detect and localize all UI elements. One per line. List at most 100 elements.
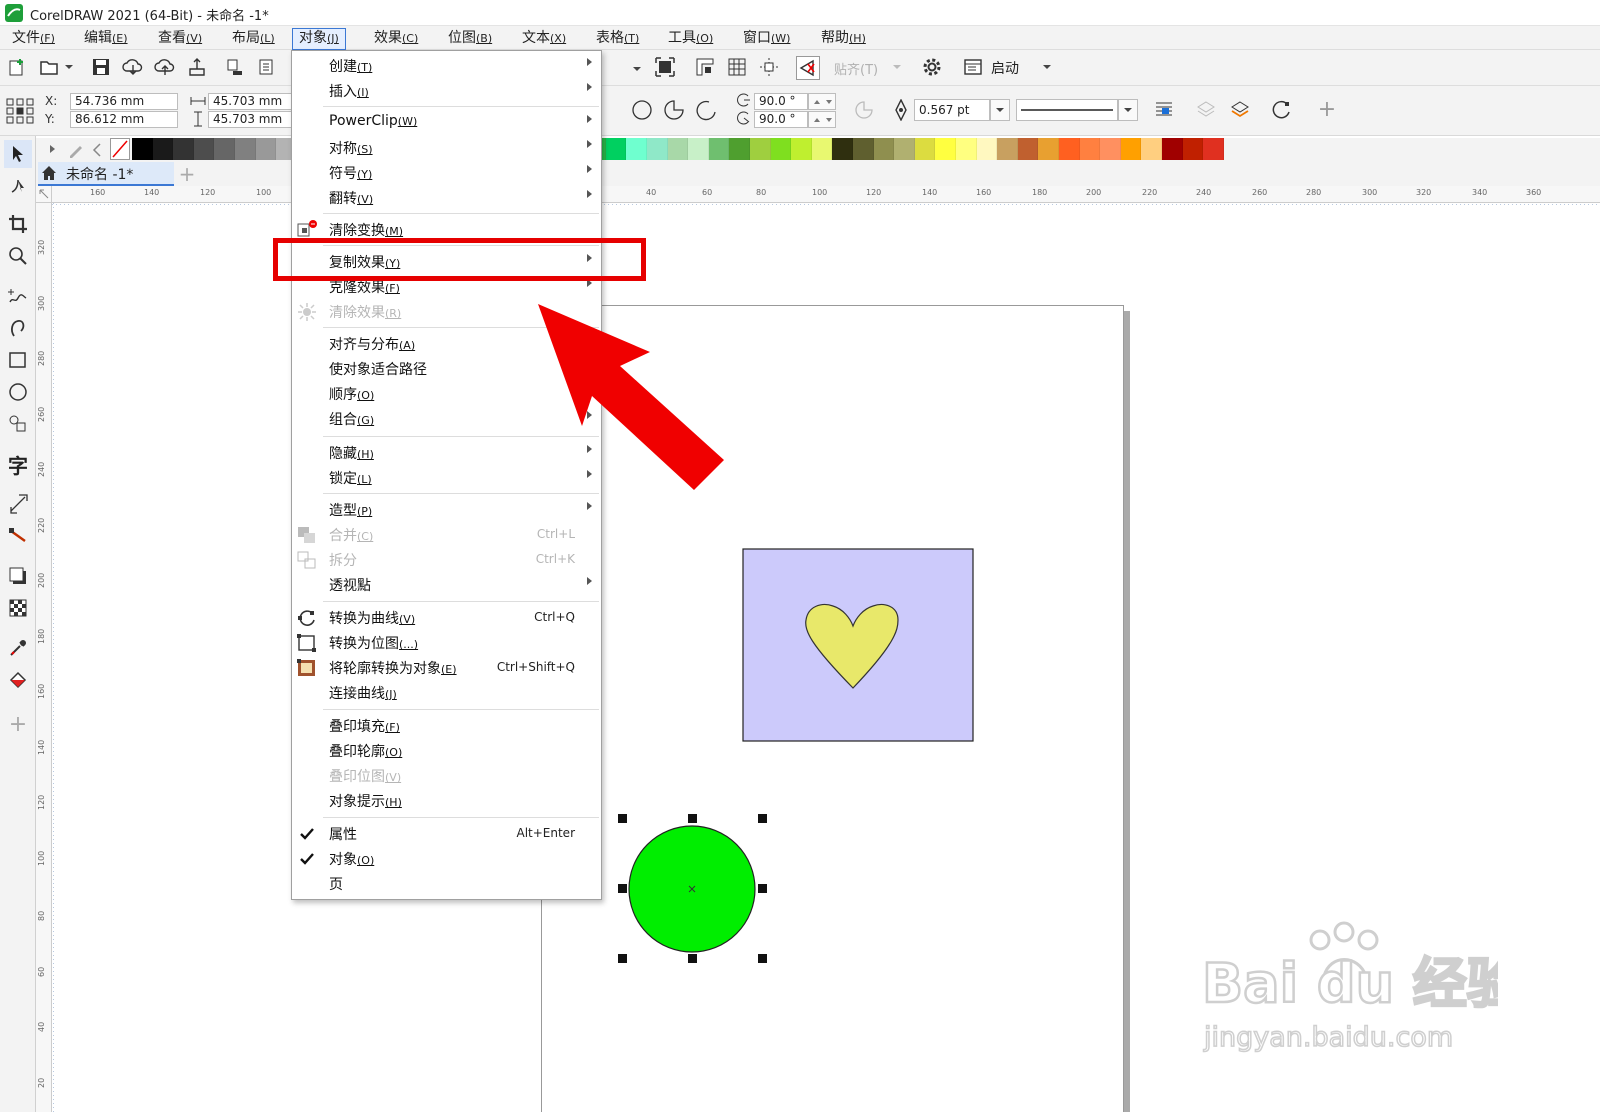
parallel-dimension-tool-icon[interactable] (4, 490, 32, 518)
menu-object[interactable]: 对象(J) (292, 28, 346, 50)
menu-layout[interactable]: 布局(L) (232, 29, 275, 49)
color-swatch[interactable] (132, 138, 153, 160)
color-swatch[interactable] (1100, 138, 1121, 160)
menu-text[interactable]: 文本(X) (522, 29, 566, 49)
menu-edit[interactable]: 编辑(E) (84, 29, 128, 49)
eyedropper-tool-icon[interactable] (4, 634, 32, 662)
launch-icon[interactable] (962, 56, 984, 78)
color-swatch[interactable] (832, 138, 853, 160)
width-field[interactable]: 45.703 mm (208, 93, 292, 110)
color-swatch[interactable] (853, 138, 874, 160)
outline-width-field[interactable]: 0.567 pt (914, 99, 990, 121)
zoom-level-dropdown-icon[interactable] (628, 60, 646, 78)
color-swatch[interactable] (956, 138, 977, 160)
transparency-tool-icon[interactable] (4, 594, 32, 622)
end-angle-field[interactable]: 90.0 ° (754, 111, 808, 128)
menu-effects[interactable]: 效果(C) (374, 29, 418, 49)
color-swatch[interactable] (976, 138, 998, 160)
rectangle-object[interactable] (740, 546, 978, 746)
pie-mode-icon[interactable] (662, 98, 686, 122)
vertical-ruler[interactable]: 320 300 280 260 240 220 200 180 160 140 120 100 80 60… (36, 203, 52, 1112)
color-swatch[interactable] (1141, 138, 1162, 160)
object-origin-icon[interactable] (4, 96, 36, 126)
open-folder-icon[interactable] (38, 56, 60, 78)
menu-item[interactable]: 对称(S) (292, 135, 601, 160)
color-swatch[interactable] (173, 138, 194, 160)
menu-item[interactable]: 将轮廓转换为对象(E) Ctrl+Shift+Q (292, 655, 601, 680)
connector-tool-icon[interactable] (4, 522, 32, 550)
publish-icon[interactable] (186, 56, 208, 78)
color-swatch[interactable] (667, 138, 689, 160)
color-swatch[interactable] (1038, 138, 1059, 160)
freehand-tool-icon[interactable] (4, 282, 32, 310)
color-swatch[interactable] (914, 138, 936, 160)
circle-object[interactable] (612, 808, 776, 970)
menu-item[interactable]: 转换为位图(...) (292, 630, 601, 655)
menu-item[interactable]: 插入(I) (292, 78, 601, 103)
color-swatch[interactable] (750, 138, 771, 160)
save-icon[interactable] (90, 56, 112, 78)
menu-tools[interactable]: 工具(O) (668, 29, 713, 49)
gear-icon[interactable] (920, 55, 944, 79)
color-swatch[interactable] (1162, 138, 1183, 160)
color-swatch[interactable] (235, 138, 256, 160)
add-tool-icon[interactable]: + (1316, 97, 1338, 122)
menu-view[interactable]: 查看(V) (158, 29, 202, 49)
horizontal-ruler[interactable]: 160 140 120 100 40 60 80 100 120 140 160 180 200 220 2… (36, 186, 1600, 203)
height-field[interactable]: 45.703 mm (208, 111, 292, 128)
convert-to-curves-icon[interactable] (1270, 98, 1294, 122)
arc-mode-icon[interactable] (694, 98, 718, 122)
rulers-icon[interactable] (694, 56, 716, 78)
menu-item[interactable]: 叠印轮廓(O) (292, 738, 601, 763)
menu-item[interactable]: 对象(O) (292, 846, 601, 871)
menu-item[interactable]: 页 (292, 871, 601, 896)
menu-item[interactable]: 转换为曲线(V) Ctrl+Q (292, 605, 601, 630)
snap-to-label[interactable]: 贴齐(T) (834, 59, 878, 78)
menu-item[interactable]: 创建(T) (292, 53, 601, 78)
x-position-field[interactable]: 54.736 mm (70, 93, 178, 110)
menu-item[interactable]: 叠印填充(F) (292, 713, 601, 738)
color-swatch[interactable] (255, 138, 277, 160)
shape-tool-icon[interactable] (4, 172, 32, 200)
color-swatch[interactable] (626, 138, 647, 160)
palette-scroll-left-icon[interactable] (90, 140, 104, 160)
pick-tool-icon[interactable] (4, 140, 32, 168)
to-front-icon[interactable] (1228, 98, 1252, 122)
export-icon[interactable] (256, 56, 278, 78)
grid-icon[interactable] (726, 56, 748, 78)
color-swatch[interactable] (605, 138, 627, 160)
color-swatch[interactable] (873, 138, 895, 160)
ellipse-tool-icon[interactable] (4, 378, 32, 406)
color-swatch[interactable] (1182, 138, 1204, 160)
color-swatch[interactable] (708, 138, 730, 160)
customize-toolbox-icon[interactable]: + (4, 710, 32, 738)
menu-item[interactable]: PowerClip(W) (292, 110, 601, 135)
line-style-dropdown[interactable] (1118, 99, 1138, 121)
wrap-text-icon[interactable] (1152, 98, 1176, 122)
chevron-down-icon[interactable] (64, 62, 74, 72)
to-back-icon[interactable] (1194, 98, 1218, 122)
menu-table[interactable]: 表格(T) (596, 29, 639, 49)
no-color-swatch[interactable] (110, 138, 130, 160)
color-swatch[interactable] (935, 138, 956, 160)
text-tool-icon[interactable]: 字 (4, 450, 32, 478)
snap-off-icon[interactable] (796, 56, 820, 80)
menu-item[interactable]: 翻转(V) (292, 185, 601, 210)
color-swatch[interactable] (688, 138, 709, 160)
rectangle-tool-icon[interactable] (4, 346, 32, 374)
outline-width-dropdown[interactable] (990, 99, 1010, 121)
start-angle-field[interactable]: 90.0 ° (754, 93, 808, 110)
menu-item[interactable]: 透视點 (292, 572, 601, 597)
direction-icon[interactable] (852, 98, 876, 122)
menu-file[interactable]: 文件(F) (12, 29, 55, 49)
menu-item[interactable]: 对象提示(H) (292, 788, 601, 813)
menu-item[interactable]: 造型(P) (292, 497, 601, 522)
color-swatch[interactable] (894, 138, 915, 160)
guidelines-icon[interactable] (758, 56, 780, 78)
menu-window[interactable]: 窗口(W) (743, 29, 790, 49)
snap-dropdown-icon[interactable] (890, 60, 904, 74)
document-tab[interactable]: 未命名 -1* (38, 162, 174, 186)
color-swatch[interactable] (1120, 138, 1142, 160)
line-style-field[interactable] (1016, 99, 1118, 121)
color-swatch[interactable] (193, 138, 215, 160)
